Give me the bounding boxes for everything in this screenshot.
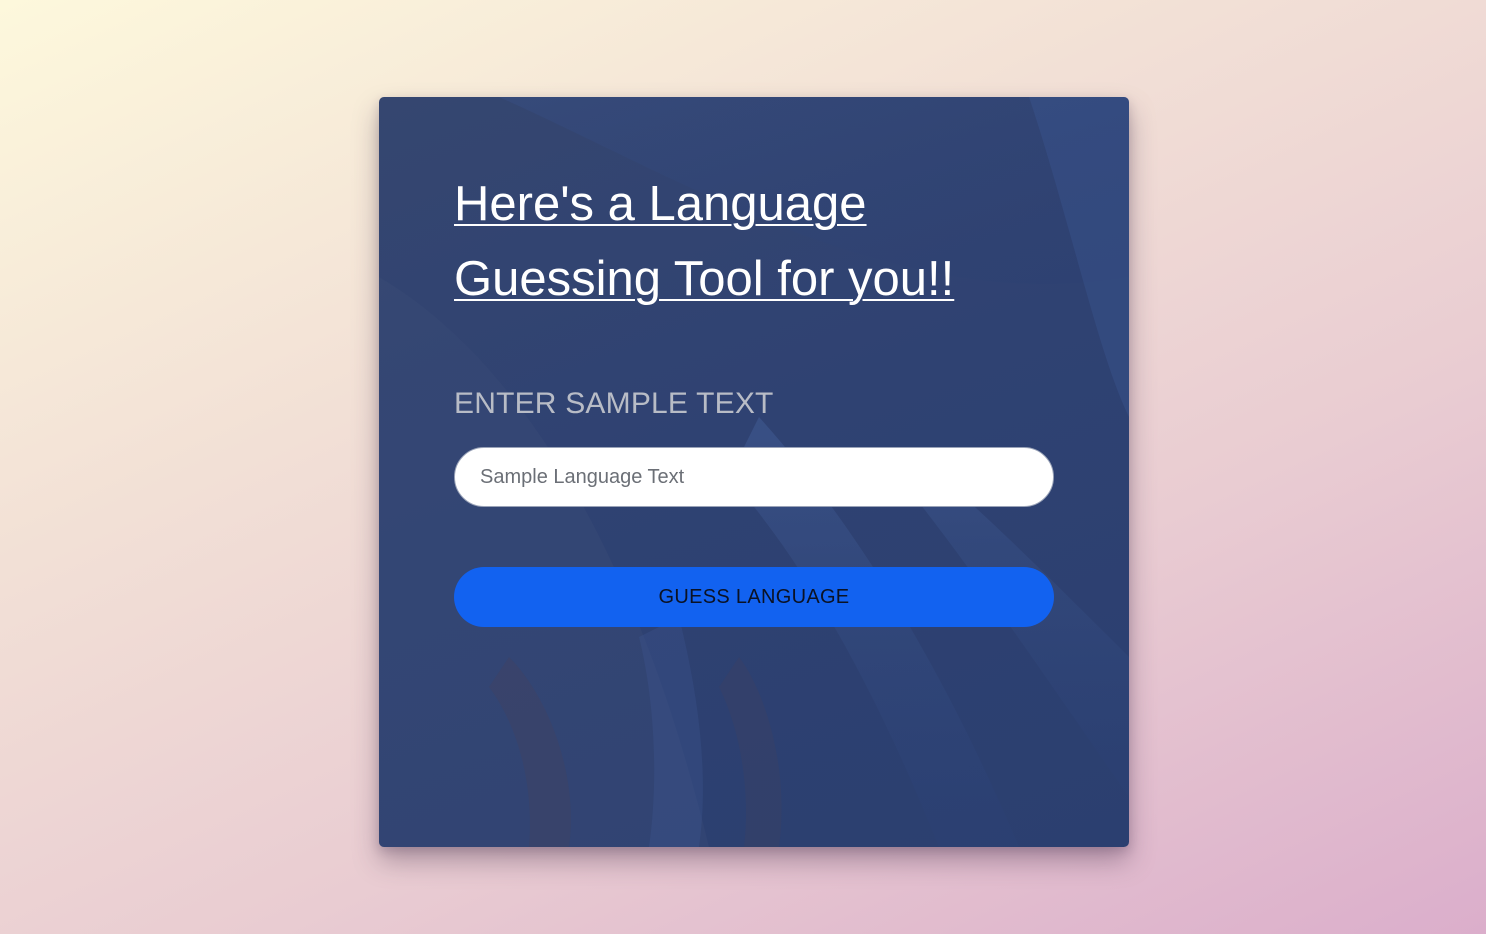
guess-language-button[interactable]: GUESS LANGUAGE (454, 567, 1054, 627)
language-tool-card: Here's a Language Guessing Tool for you!… (379, 97, 1129, 847)
page-title: Here's a Language Guessing Tool for you!… (454, 177, 955, 306)
page-background: { "card": { "title": "Here's a Language … (0, 0, 1486, 934)
sample-text-input[interactable] (454, 447, 1054, 507)
sample-text-label: ENTER SAMPLE TEXT (454, 387, 774, 420)
card-content: Here's a Language Guessing Tool for you!… (379, 97, 1129, 847)
